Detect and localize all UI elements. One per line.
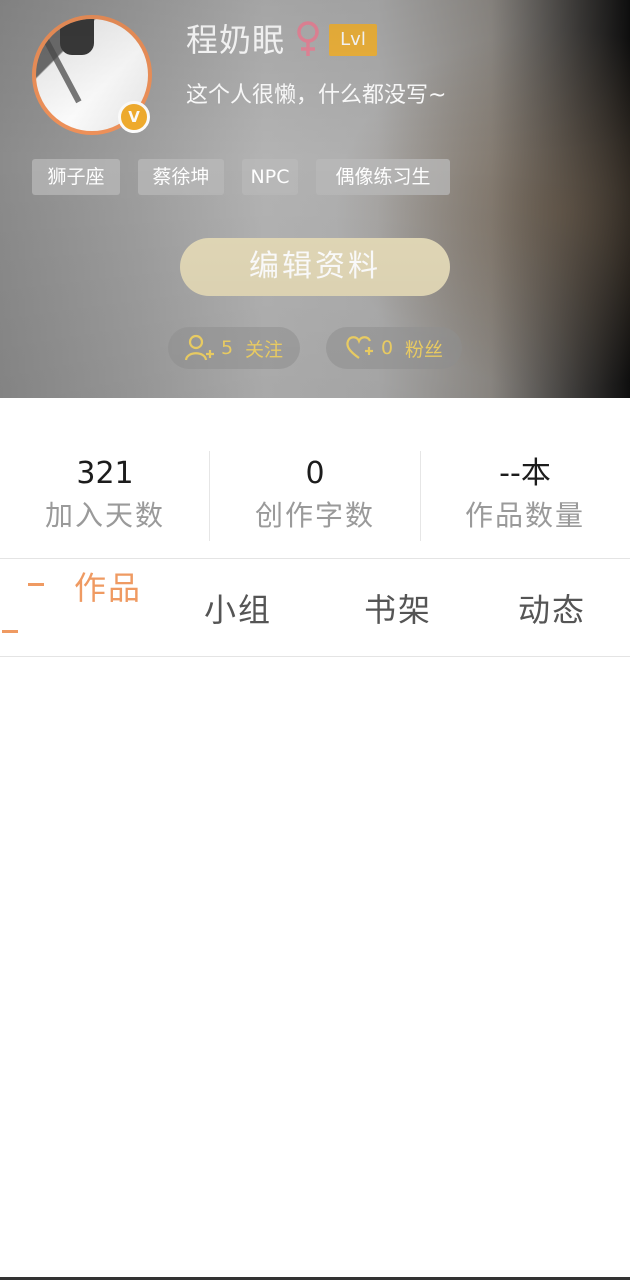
following-label: 关注 [245, 338, 284, 361]
tab-indicator-marker [2, 630, 18, 633]
heart-plus-icon [346, 336, 373, 359]
tag-item[interactable]: 偶像练习生 [316, 159, 450, 195]
stat-value: --本 [499, 456, 551, 491]
username: 程奶眠 [186, 21, 286, 59]
tag-item[interactable]: 狮子座 [32, 159, 120, 195]
vip-badge-icon: V [118, 101, 150, 133]
stat-value: 321 [76, 456, 134, 491]
stat-label: 作品数量 [464, 499, 585, 532]
tab-indicator [28, 583, 44, 586]
profile-header: V 程奶眠 Lvl 这个人很懒，什么都没写~ 狮子座 蔡徐坤 NPC 偶像练习生… [0, 0, 630, 398]
edit-profile-button[interactable]: 编辑资料 [180, 238, 450, 296]
level-badge: Lvl [329, 24, 377, 56]
stat-divider [420, 451, 421, 541]
add-user-icon [184, 334, 214, 361]
stat-value: 0 [305, 456, 325, 491]
stat-label: 加入天数 [44, 499, 165, 532]
tab-bar: 作品 小组 书架 动态 [0, 560, 630, 656]
fans-button[interactable]: 0 粉丝 [326, 327, 462, 369]
fans-label: 粉丝 [405, 338, 444, 361]
tag-item[interactable]: 蔡徐坤 [138, 159, 224, 195]
following-button[interactable]: 5 关注 [168, 327, 300, 369]
tab-bookshelf[interactable]: 书架 [364, 560, 432, 656]
stat-divider [209, 451, 210, 541]
section-divider [0, 558, 630, 559]
tag-item[interactable]: NPC [242, 159, 298, 195]
stat-join-days: 321 加入天数 [0, 440, 210, 550]
stat-works-count: --本 作品数量 [420, 440, 630, 550]
female-gender-icon [297, 21, 319, 56]
stat-label: 创作字数 [254, 499, 375, 532]
tab-groups[interactable]: 小组 [204, 560, 272, 656]
fans-count: 0 [380, 337, 394, 359]
tab-activity[interactable]: 动态 [518, 560, 586, 656]
stats-row: 321 加入天数 0 创作字数 --本 作品数量 [0, 440, 630, 550]
avatar[interactable]: V [32, 15, 152, 135]
tab-bar-divider [0, 656, 630, 657]
bio-text: 这个人很懒，什么都没写~ [186, 83, 447, 108]
tab-works[interactable]: 作品 [74, 560, 142, 656]
stat-word-count: 0 创作字数 [210, 440, 420, 550]
following-count: 5 [220, 337, 234, 359]
